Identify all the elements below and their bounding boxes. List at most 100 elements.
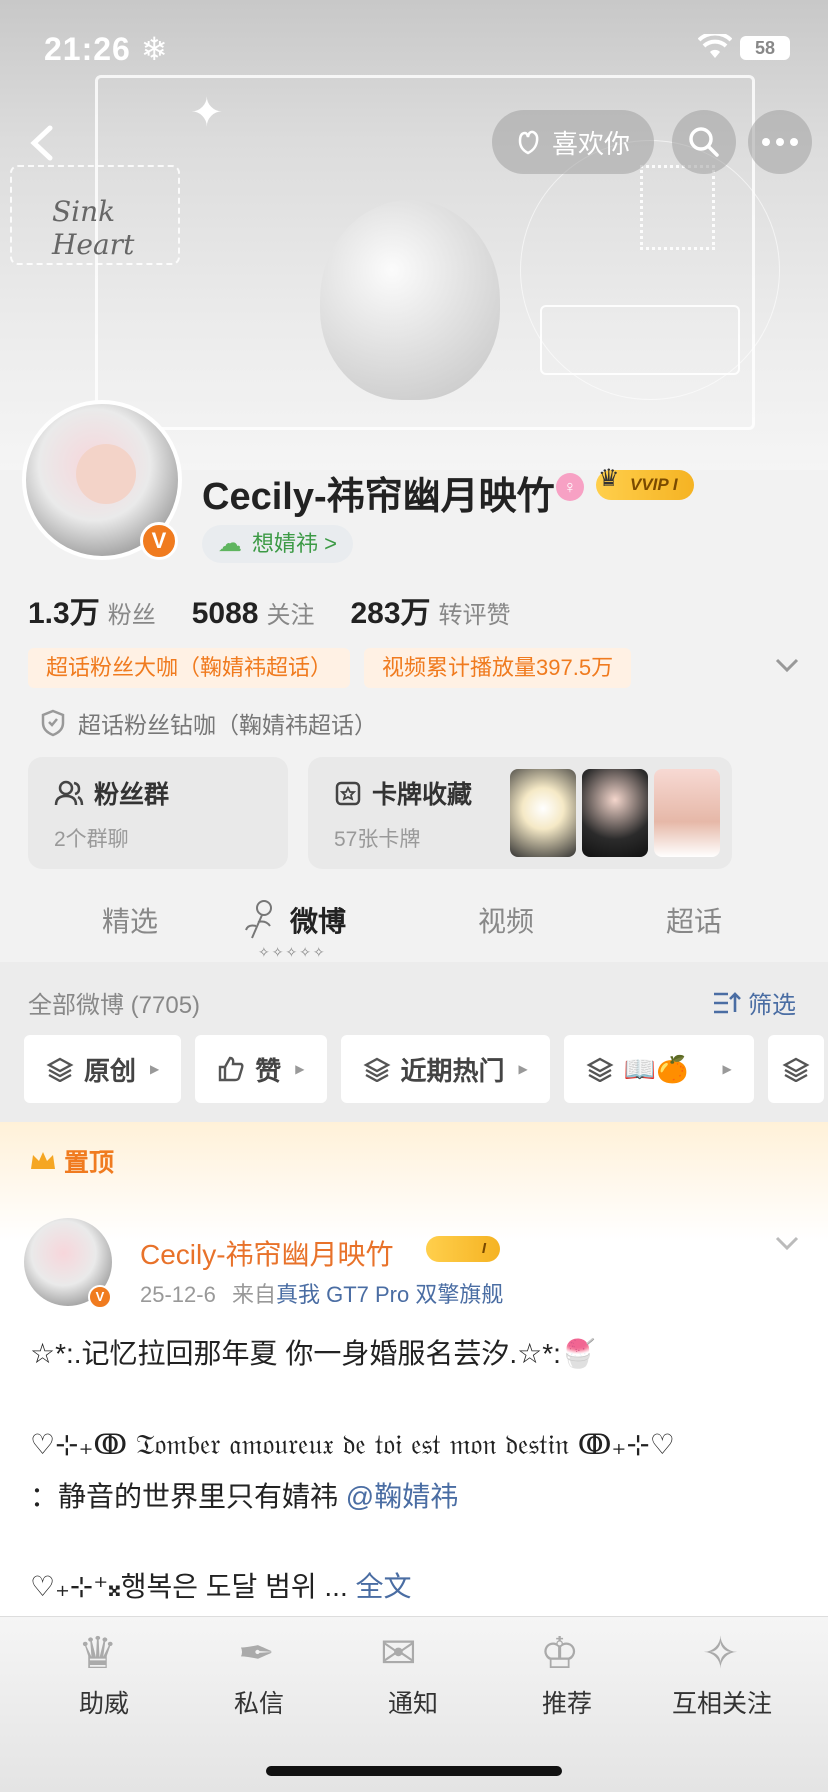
tab-featured[interactable]: 精选 [102, 900, 158, 940]
chip-custom[interactable]: 📖🍊 ▶ [563, 1035, 754, 1103]
mention-link[interactable]: @鞠婧祎 [346, 1481, 458, 1512]
shield-icon [41, 709, 65, 737]
post-source-prefix: 来自 [231, 1282, 276, 1307]
more-dots-icon [762, 138, 798, 146]
more-button[interactable] [748, 110, 812, 174]
stat-label: 转评赞 [438, 602, 511, 629]
crystal-heart-image [320, 200, 500, 400]
rose-icon [245, 900, 272, 939]
banner-stamp [640, 165, 715, 250]
pinned-label: 置顶 [28, 1143, 114, 1179]
card-thumbnail [654, 769, 720, 857]
fan-tag-label: 想婧祎 > [252, 531, 337, 556]
back-button[interactable] [18, 118, 68, 168]
post-text-segment: ♡₊⊹⁺𝄪행복은 도달 범위 ... [30, 1571, 356, 1602]
card-star-icon [335, 781, 361, 806]
vip-badge-label: VVIP I [630, 475, 678, 494]
verified-badge-icon: V [88, 1285, 112, 1309]
tab-video[interactable]: 视频 [478, 900, 534, 940]
honor-tag[interactable]: 超话粉丝大咖（鞠婧祎超话） [28, 648, 351, 688]
chip-trending[interactable]: 近期热门 ▶ [340, 1035, 550, 1103]
post-text-line: ：静音的世界里只有婧祎 @鞠婧祎 [30, 1475, 458, 1515]
post-text-line: ♡₊⊹⁺𝄪행복은 도달 범위 ... 全文 [30, 1565, 412, 1605]
stat-following[interactable]: 5088 关注 [192, 595, 327, 631]
chevron-left-icon [30, 125, 53, 161]
crown-icon: ♔ [540, 1629, 580, 1678]
card-collection-card[interactable]: 卡牌收藏 57张卡牌 [308, 757, 732, 869]
fan-group-count: 2个群聊 [54, 828, 129, 851]
feed-filter-chips: 原创 ▶ 赞 ▶ 近期热门 ▶ 📖🍊 ▶ [24, 1035, 824, 1103]
card-collection-title: 卡牌收藏 [372, 781, 473, 809]
post-date: 25-12-6 [140, 1282, 216, 1307]
fan-group-title: 粉丝群 [94, 781, 170, 809]
layers-icon [362, 1057, 391, 1082]
wifi-icon [698, 34, 732, 58]
post-meta: 25-12-6 来自真我 GT7 Pro 双擎旗舰 [140, 1277, 503, 1309]
battery-indicator: 58 [740, 36, 790, 60]
filter-button[interactable]: 筛选 [712, 985, 796, 1020]
caret-right-icon: ▶ [722, 1062, 732, 1076]
avatar-face [76, 444, 136, 504]
read-more-link[interactable]: 全文 [356, 1571, 412, 1602]
chevron-down-icon[interactable] [774, 1234, 800, 1252]
stat-number: 1.3万 [28, 597, 100, 630]
tab-super-topic[interactable]: 超话 [666, 900, 722, 940]
envelope-icon: ✉ [380, 1629, 417, 1678]
vip-badge[interactable]: ♛ VVIP I [596, 465, 694, 500]
home-indicator [266, 1766, 562, 1776]
banner-ticket: Sink Heart [10, 165, 180, 265]
layers-icon [586, 1057, 614, 1082]
post-vip-badge: I [426, 1236, 500, 1262]
stat-followers[interactable]: 1.3万 粉丝 [28, 588, 168, 632]
all-posts-count: 全部微博 (7705) [28, 992, 201, 1019]
crown-icon: ♛ [598, 465, 620, 492]
caret-right-icon: ▶ [518, 1062, 528, 1076]
verified-badge-icon: V [140, 522, 178, 560]
like-you-label: 喜欢你 [552, 128, 631, 159]
nav-cheer[interactable]: 助威 [79, 1684, 129, 1720]
stat-label: 关注 [266, 602, 315, 629]
nav-notifications[interactable]: 通知 [388, 1684, 438, 1720]
stat-label: 粉丝 [107, 602, 156, 629]
profile-username: Cecily-祎帘幽月映竹 [202, 476, 555, 518]
stat-number: 283万 [350, 597, 431, 630]
post-author-name[interactable]: Cecily-祎帘幽月映竹 [140, 1233, 394, 1273]
status-time: 21:26 ❄ [44, 31, 169, 67]
caret-right-icon: ▶ [150, 1062, 160, 1076]
female-gender-icon: ♀ [556, 473, 584, 501]
nav-recommend[interactable]: 推荐 [542, 1684, 592, 1720]
fan-tag[interactable]: ☁ 想婧祎 > [202, 525, 353, 563]
cloud-icon: ☁ [218, 530, 242, 557]
search-button[interactable] [672, 110, 736, 174]
honor-secondary[interactable]: 超话粉丝钻咖（鞠婧祎超话） [40, 706, 377, 740]
chip-likes[interactable]: 赞 ▶ [195, 1035, 327, 1103]
stat-interactions[interactable]: 283万 转评赞 [350, 588, 522, 632]
pinned-text: 置顶 [64, 1149, 115, 1177]
crown-icon [31, 1152, 55, 1169]
tab-weibo[interactable]: 微博 [290, 900, 346, 940]
filter-icon [714, 991, 741, 1013]
nav-messages[interactable]: 私信 [234, 1684, 284, 1720]
post-device[interactable]: 真我 GT7 Pro 双擎旗舰 [276, 1282, 503, 1307]
filter-label: 筛选 [748, 992, 796, 1019]
star-icon: ✧ [702, 1629, 739, 1678]
group-users-icon [54, 780, 84, 806]
search-icon [689, 127, 719, 157]
fan-group-card[interactable]: 粉丝群 2个群聊 [28, 757, 288, 869]
honor-tag[interactable]: 视频累计播放量397.5万 [364, 648, 632, 688]
post-text-line: ♡⊹₊ↂ 𝔗𝔬𝔪𝔟𝔢𝔯 𝔞𝔪𝔬𝔲𝔯𝔢𝔲𝔵 𝔡𝔢 𝔱𝔬𝔦 𝔢𝔰𝔱 𝔪𝔬𝔫 𝔡𝔢𝔰𝔱… [30, 1428, 675, 1461]
profile-cards: 粉丝群 2个群聊 卡牌收藏 57张卡牌 [28, 757, 732, 869]
chevron-down-icon[interactable] [774, 656, 800, 674]
stat-number: 5088 [191, 597, 259, 630]
feather-icon: ✒ [238, 1629, 275, 1678]
nav-mutual-follow[interactable]: 互相关注 [672, 1684, 772, 1720]
layers-icon [782, 1057, 810, 1082]
hand-heart-icon [518, 130, 539, 155]
banner-name-card [540, 305, 740, 375]
like-you-button[interactable]: 喜欢你 [492, 110, 654, 174]
honor-secondary-label: 超话粉丝钻咖（鞠婧祎超话） [78, 712, 377, 738]
honor-tags: 超话粉丝大咖（鞠婧祎超话） 视频累计播放量397.5万 [28, 648, 632, 688]
chip-original[interactable]: 原创 ▶ [24, 1035, 182, 1103]
chip-more[interactable] [767, 1035, 824, 1103]
chip-label: 近期热门 [400, 1055, 505, 1086]
